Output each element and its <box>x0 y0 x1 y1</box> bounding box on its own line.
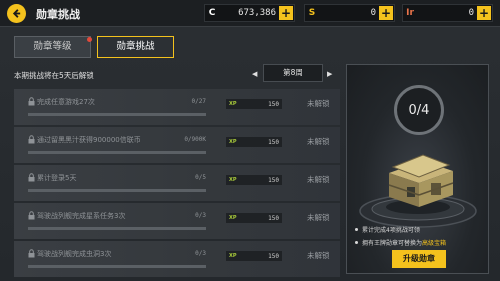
add-ir-currency-button[interactable]: + <box>477 6 491 20</box>
reward-info-text: 累计完成4项挑战可领 <box>362 227 420 234</box>
reward-info: 累计完成4项挑战可领 拥有王牌勋章可替换为 高级宝箱 <box>355 225 485 251</box>
back-arrow-icon <box>12 9 21 18</box>
reward-info-line: 累计完成4项挑战可领 <box>355 225 485 234</box>
task-row: 完成任意游戏27次 0/27 XP 150 未解锁 <box>14 89 340 125</box>
xp-value: 150 <box>268 138 279 146</box>
task-progress-bar <box>28 151 206 154</box>
task-name: 通过留黑黑汁获得900000信联币 <box>37 136 141 144</box>
tab-medal-challenge[interactable]: 勋章挑战 <box>97 36 174 58</box>
task-row: 累计登录5天 0/5 XP 150 未解锁 <box>14 165 340 201</box>
next-week-button[interactable]: ▶ <box>327 70 332 78</box>
xp-value: 150 <box>268 252 279 260</box>
reward-info-text: 拥有王牌勋章可替换为 <box>362 240 423 247</box>
task-row: 通过留黑黑汁获得900000信联币 0/900K XP 150 未解锁 <box>14 127 340 163</box>
ir-currency-icon: Ir <box>406 8 414 18</box>
top-bar: 勋章挑战 C 673,386 + S 0 + Ir 0 + <box>0 0 500 27</box>
task-name: 驾驶战列舰完成星系任务3次 <box>37 212 126 220</box>
lock-icon <box>28 97 35 106</box>
task-progress: 0/5 <box>195 174 206 181</box>
notification-dot <box>87 37 92 42</box>
xp-value: 150 <box>268 176 279 184</box>
reward-info-line: 拥有王牌勋章可替换为 高级宝箱 <box>355 238 485 247</box>
back-button[interactable] <box>7 4 26 23</box>
reward-chest-icon <box>388 154 454 207</box>
task-progress: 0/3 <box>195 212 206 219</box>
task-status: 未解锁 <box>307 213 330 222</box>
task-progress: 0/27 <box>191 98 206 105</box>
upgrade-medal-button[interactable]: 升级勋章 <box>392 250 446 268</box>
task-status: 未解锁 <box>307 137 330 146</box>
reward-panel: 0/4 累计完成4项挑战可领 拥有王牌勋章可替换为 高级宝箱 <box>346 64 489 274</box>
task-status: 未解锁 <box>307 99 330 108</box>
s-currency-value: 0 <box>370 8 376 18</box>
task-row: 驾驶战列舰完成星系任务3次 0/3 XP 150 未解锁 <box>14 203 340 239</box>
xp-icon: XP <box>229 101 237 107</box>
prev-week-button[interactable]: ◀ <box>252 70 257 78</box>
xp-icon: XP <box>229 253 237 259</box>
s-currency-icon: S <box>308 8 316 18</box>
tab-medal-level[interactable]: 勋章等级 <box>14 36 91 58</box>
xp-reward: XP 150 <box>226 175 282 185</box>
task-name: 驾驶战列舰完成虫洞3次 <box>37 250 112 258</box>
add-s-currency-button[interactable]: + <box>379 6 393 20</box>
add-credits-button[interactable]: + <box>279 6 293 20</box>
xp-reward: XP 150 <box>226 213 282 223</box>
xp-reward: XP 150 <box>226 137 282 147</box>
task-name: 完成任意游戏27次 <box>37 98 95 106</box>
ir-currency: Ir 0 + <box>402 4 493 22</box>
lock-icon <box>28 211 35 220</box>
task-name: 累计登录5天 <box>37 174 77 182</box>
page-title: 勋章挑战 <box>36 8 80 21</box>
credits-icon: C <box>208 8 216 18</box>
lock-icon <box>28 249 35 258</box>
task-progress: 0/3 <box>195 250 206 257</box>
task-row: 驾驶战列舰完成虫洞3次 0/3 XP 150 未解锁 <box>14 241 340 277</box>
s-currency: S 0 + <box>304 4 395 22</box>
task-status: 未解锁 <box>307 251 330 260</box>
task-progress-bar <box>28 113 206 116</box>
week-label: 第8周 <box>263 64 323 82</box>
task-progress-bar <box>28 265 206 268</box>
credits-currency: C 673,386 + <box>204 4 295 22</box>
ir-currency-value: 0 <box>468 8 474 18</box>
xp-reward: XP 150 <box>226 99 282 109</box>
challenge-counter-ring: 0/4 <box>394 85 444 135</box>
bullet-icon <box>355 241 358 244</box>
task-progress-bar <box>28 189 206 192</box>
bullet-icon <box>355 228 358 231</box>
xp-value: 150 <box>268 214 279 222</box>
task-status: 未解锁 <box>307 175 330 184</box>
xp-reward: XP 150 <box>226 251 282 261</box>
challenge-counter: 0/4 <box>408 102 430 118</box>
lock-icon <box>28 173 35 182</box>
xp-icon: XP <box>229 215 237 221</box>
task-list: 完成任意游戏27次 0/27 XP 150 未解锁 通过留黑黑汁获得900000… <box>14 89 340 279</box>
unlock-hint: 本期挑战将在5天后解锁 <box>14 71 94 80</box>
reward-highlight-text: 高级宝箱 <box>422 240 447 247</box>
xp-value: 150 <box>268 100 279 108</box>
task-progress-bar <box>28 227 206 230</box>
lock-icon <box>28 135 35 144</box>
credits-value: 673,386 <box>238 8 276 18</box>
task-progress: 0/900K <box>184 136 206 143</box>
xp-icon: XP <box>229 177 237 183</box>
xp-icon: XP <box>229 139 237 145</box>
